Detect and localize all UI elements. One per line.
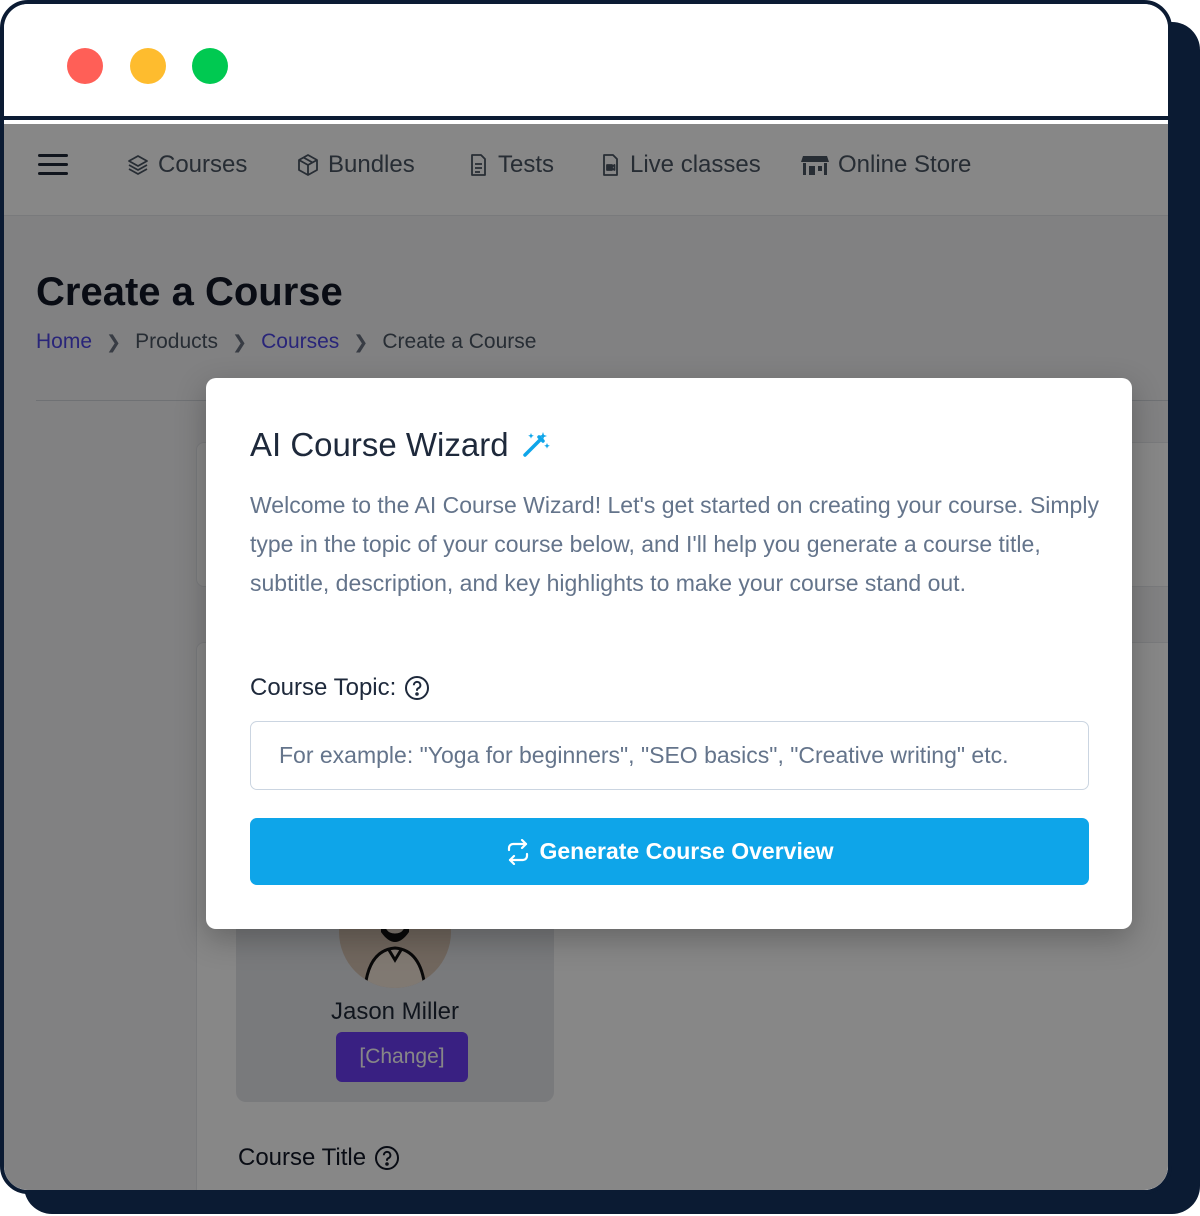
- ai-course-wizard-modal: AI Course Wizard Welcome to the AI Cours…: [206, 378, 1132, 929]
- app-content: Courses Bundles Tests Live classes Onlin…: [4, 124, 1168, 1194]
- course-topic-label: Course Topic:: [250, 674, 430, 702]
- course-title-input[interactable]: [238, 1190, 1168, 1194]
- maximize-window-button[interactable]: [192, 48, 228, 84]
- generate-button-label: Generate Course Overview: [539, 838, 834, 864]
- modal-title-text: AI Course Wizard: [250, 426, 509, 463]
- app-window: Courses Bundles Tests Live classes Onlin…: [0, 0, 1172, 1194]
- magic-wand-icon: [522, 432, 550, 457]
- course-topic-label-text: Course Topic:: [250, 674, 397, 701]
- course-topic-input[interactable]: [250, 721, 1089, 790]
- window-titlebar: [4, 4, 1168, 120]
- minimize-window-button[interactable]: [130, 48, 166, 84]
- modal-description: Welcome to the AI Course Wizard! Let's g…: [250, 492, 1099, 596]
- question-circle-icon[interactable]: [404, 675, 430, 701]
- generate-course-overview-button[interactable]: Generate Course Overview: [250, 818, 1089, 885]
- modal-title: AI Course Wizard: [250, 426, 551, 464]
- close-window-button[interactable]: [67, 48, 103, 84]
- refresh-icon: [508, 838, 529, 865]
